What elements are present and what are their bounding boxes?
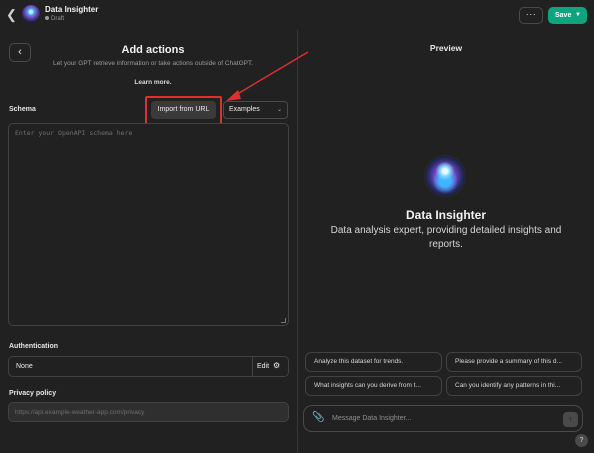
status-dot-icon: [45, 16, 49, 20]
save-button-label: Save: [555, 12, 572, 19]
gpt-name: Data Insighter: [45, 5, 99, 14]
actions-description: Let your GPT retrieve information or tak…: [52, 60, 254, 67]
bot-avatar: [425, 156, 465, 196]
more-options-button[interactable]: ···: [519, 7, 543, 24]
chevron-down-icon: ⌄: [276, 107, 282, 113]
schema-editor[interactable]: Enter your OpenAPI schema here: [8, 123, 289, 326]
gpt-status-text: Draft: [51, 16, 65, 22]
annotation-arrow-head: [226, 90, 241, 101]
schema-label: Schema: [9, 106, 36, 113]
auth-edit-button[interactable]: Edit: [257, 363, 269, 370]
save-button[interactable]: Save ▼: [548, 7, 587, 24]
gpt-status: Draft: [45, 16, 64, 22]
gpt-avatar: [22, 5, 40, 23]
gear-icon[interactable]: ⚙: [273, 361, 280, 370]
actions-title: Add actions: [121, 44, 185, 56]
privacy-policy-label: Privacy policy: [9, 390, 57, 397]
schema-placeholder: Enter your OpenAPI schema here: [15, 129, 133, 137]
import-from-url-button[interactable]: Import from URL: [151, 101, 216, 119]
bot-name: Data Insighter: [405, 208, 486, 222]
suggestion-chip[interactable]: What insights can you derive from t...: [305, 376, 442, 396]
suggestion-chip[interactable]: Can you identify any patterns in thi...: [446, 376, 582, 396]
privacy-policy-input[interactable]: [8, 402, 289, 422]
top-bar: ❮ Data Insighter Draft ··· Save ▼: [0, 0, 594, 30]
authentication-value: None: [16, 363, 33, 370]
auth-divider: [252, 357, 253, 376]
message-composer[interactable]: 📎 Message Data Insighter... ↑: [303, 405, 583, 432]
examples-dropdown[interactable]: Examples ⌄: [223, 101, 288, 119]
send-button[interactable]: ↑: [563, 412, 578, 427]
suggestion-chip[interactable]: Analyze this dataset for trends.: [305, 352, 442, 372]
pane-divider: [297, 30, 298, 453]
learn-more-link[interactable]: Learn more.: [9, 79, 297, 86]
paperclip-icon[interactable]: 📎: [312, 412, 324, 423]
arrow-up-icon: ↑: [568, 415, 573, 424]
preview-title: Preview: [429, 43, 463, 53]
resize-handle-icon[interactable]: [281, 318, 286, 323]
authentication-field: None Edit ⚙: [8, 356, 289, 377]
chevron-down-icon: ▼: [575, 12, 581, 18]
message-input-placeholder: Message Data Insighter...: [332, 415, 412, 422]
examples-dropdown-label: Examples: [229, 106, 260, 113]
help-button[interactable]: ?: [575, 434, 588, 447]
back-icon[interactable]: ❮: [6, 7, 18, 23]
bot-description: Data analysis expert, providing detailed…: [330, 225, 562, 250]
suggestion-chip[interactable]: Please provide a summary of this d...: [446, 352, 582, 372]
authentication-label: Authentication: [9, 343, 58, 350]
